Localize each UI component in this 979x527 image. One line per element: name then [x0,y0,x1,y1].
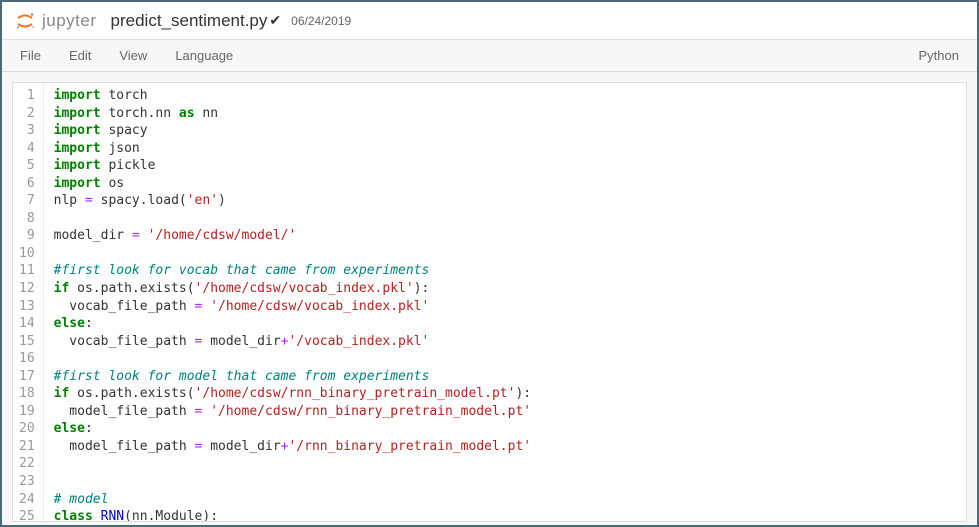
code-line[interactable] [54,245,956,263]
jupyter-logo[interactable]: jupyter [14,10,97,32]
code-line[interactable]: if os.path.exists('/home/cdsw/rnn_binary… [54,385,956,403]
line-number: 1 [19,87,35,105]
line-number: 6 [19,175,35,193]
code-line[interactable]: import os [54,175,956,193]
code-line[interactable]: #first look for model that came from exp… [54,368,956,386]
saved-check-icon: ✔ [269,12,281,29]
code-line[interactable]: else: [54,315,956,333]
code-line[interactable]: if os.path.exists('/home/cdsw/vocab_inde… [54,280,956,298]
line-number: 11 [19,262,35,280]
line-number: 16 [19,350,35,368]
line-number: 25 [19,508,35,522]
code-line[interactable]: # model [54,491,956,509]
line-number: 24 [19,491,35,509]
code-line[interactable] [54,350,956,368]
code-line[interactable]: model_dir = '/home/cdsw/model/' [54,227,956,245]
code-line[interactable]: #first look for vocab that came from exp… [54,262,956,280]
line-number: 22 [19,455,35,473]
line-number: 13 [19,298,35,316]
code-line[interactable]: import pickle [54,157,956,175]
line-number: 10 [19,245,35,263]
line-number: 8 [19,210,35,228]
line-number: 20 [19,420,35,438]
line-number: 17 [19,368,35,386]
line-number: 15 [19,333,35,351]
menu-file[interactable]: File [20,48,41,63]
code-area[interactable]: 1234567891011121314151617181920212223242… [13,83,966,521]
code-line[interactable]: vocab_file_path = model_dir+'/vocab_inde… [54,333,956,351]
line-number: 3 [19,122,35,140]
kernel-indicator[interactable]: Python [919,48,959,63]
code-line[interactable]: vocab_file_path = '/home/cdsw/vocab_inde… [54,298,956,316]
code-line[interactable] [54,210,956,228]
code-line[interactable]: nlp = spacy.load('en') [54,192,956,210]
line-number: 7 [19,192,35,210]
code-line[interactable]: else: [54,420,956,438]
line-gutter: 1234567891011121314151617181920212223242… [13,83,44,521]
code-line[interactable]: import torch.nn as nn [54,105,956,123]
filename[interactable]: predict_sentiment.py [111,11,268,31]
line-number: 5 [19,157,35,175]
code-line[interactable]: model_file_path = model_dir+'/rnn_binary… [54,438,956,456]
line-number: 21 [19,438,35,456]
code-line[interactable] [54,473,956,491]
line-number: 18 [19,385,35,403]
code-line[interactable]: import spacy [54,122,956,140]
jupyter-logo-text: jupyter [42,11,97,31]
code-line[interactable]: import json [54,140,956,158]
code-line[interactable] [54,455,956,473]
menu-view[interactable]: View [119,48,147,63]
code-line[interactable]: model_file_path = '/home/cdsw/rnn_binary… [54,403,956,421]
line-number: 4 [19,140,35,158]
code-line[interactable]: import torch [54,87,956,105]
line-number: 19 [19,403,35,421]
code-line[interactable]: class RNN(nn.Module): [54,508,956,522]
code-content[interactable]: import torchimport torch.nn as nnimport … [44,83,966,521]
header: jupyter predict_sentiment.py ✔ 06/24/201… [2,2,977,40]
line-number: 9 [19,227,35,245]
menubar: File Edit View Language Python [2,40,977,72]
last-saved-date: 06/24/2019 [291,14,351,28]
line-number: 14 [19,315,35,333]
editor: 1234567891011121314151617181920212223242… [12,82,967,522]
menu-language[interactable]: Language [175,48,233,63]
line-number: 12 [19,280,35,298]
line-number: 2 [19,105,35,123]
menu-edit[interactable]: Edit [69,48,91,63]
line-number: 23 [19,473,35,491]
jupyter-icon [14,10,36,32]
